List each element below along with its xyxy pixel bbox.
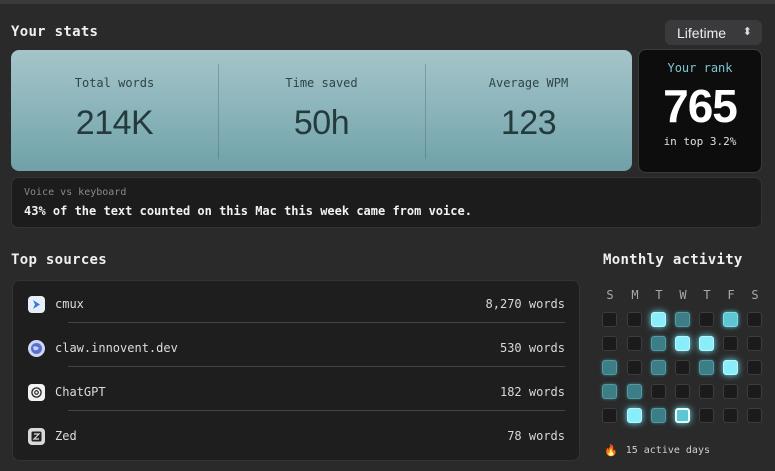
activity-day-cell[interactable] (627, 384, 642, 399)
activity-day-cell[interactable] (723, 312, 738, 327)
activity-day-cell[interactable] (747, 312, 762, 327)
rank-label: Your rank (667, 61, 733, 75)
monthly-activity-title: Monthly activity (603, 252, 743, 268)
stat-value: 50h (293, 104, 350, 142)
activity-day-cell[interactable] (602, 408, 617, 423)
activity-day-cell[interactable] (723, 336, 738, 351)
activity-day-cell[interactable] (651, 360, 666, 375)
active-days-summary: 🔥 15 active days (604, 444, 710, 457)
source-row-cmux[interactable]: cmux 8,270 words (13, 282, 579, 326)
rank-value: 765 (663, 80, 738, 132)
active-days-count: 15 active days (625, 445, 710, 456)
source-count: 182 words (499, 385, 565, 399)
activity-day-cell[interactable] (699, 408, 714, 423)
globe-icon (28, 339, 45, 357)
weekday-label: S (751, 288, 759, 302)
activity-day-cell[interactable] (627, 336, 642, 351)
activity-day-cell[interactable] (747, 408, 762, 423)
stat-value: 214K (75, 104, 154, 142)
voice-vs-keyboard-card: Voice vs keyboard 43% of the text counte… (11, 177, 762, 228)
activity-day-cell[interactable] (699, 384, 714, 399)
top-sources-title: Top sources (11, 252, 108, 268)
stat-label: Time saved (285, 76, 358, 90)
chevron-updown-icon: ⬍ (742, 26, 752, 38)
source-name: claw.innovent.dev (55, 341, 178, 355)
activity-day-cell[interactable] (651, 312, 666, 327)
activity-day-cell[interactable] (627, 408, 642, 423)
source-name: Zed (55, 429, 77, 443)
activity-day-cell[interactable] (651, 336, 666, 351)
weekday-label: S (606, 288, 614, 302)
weekday-label: T (655, 288, 663, 302)
time-range-select[interactable]: Lifetime ⬍ (665, 20, 762, 45)
page-title: Your stats (11, 24, 99, 40)
stat-average-wpm: Average WPM 123 (425, 50, 632, 171)
activity-day-cell[interactable] (675, 336, 690, 351)
activity-day-cell[interactable] (747, 360, 762, 375)
stat-label: Average WPM (488, 76, 569, 90)
rank-percentile: in top 3.2% (663, 135, 737, 148)
activity-day-cell[interactable] (723, 384, 738, 399)
cmux-icon (28, 295, 45, 313)
activity-day-cell[interactable] (627, 360, 642, 375)
zed-icon (28, 427, 45, 445)
weekday-label: F (727, 288, 735, 302)
top-sources-list: cmux 8,270 words claw.innovent.dev 530 w… (12, 280, 580, 461)
source-row-claw[interactable]: claw.innovent.dev 530 words (13, 326, 579, 370)
row-divider (68, 322, 565, 323)
source-count: 78 words (507, 429, 565, 443)
weekday-label: M (631, 288, 639, 302)
flame-icon: 🔥 (604, 444, 618, 457)
activity-day-cell[interactable] (723, 408, 738, 423)
activity-day-cell[interactable] (699, 360, 714, 375)
source-row-chatgpt[interactable]: ChatGPT 182 words (13, 370, 579, 414)
voice-label: Voice vs keyboard (24, 187, 127, 198)
activity-day-cell[interactable] (723, 360, 738, 375)
activity-day-cell[interactable] (747, 336, 762, 351)
stat-value: 123 (500, 104, 557, 142)
source-name: ChatGPT (55, 385, 106, 399)
activity-day-cell[interactable] (675, 360, 690, 375)
voice-summary: 43% of the text counted on this Mac this… (24, 204, 472, 218)
activity-day-cell[interactable] (651, 384, 666, 399)
source-count: 8,270 words (485, 297, 565, 311)
activity-day-cell[interactable] (675, 408, 690, 423)
activity-day-cell[interactable] (602, 336, 617, 351)
source-count: 530 words (499, 341, 565, 355)
stat-time-saved: Time saved 50h (218, 50, 425, 171)
activity-day-cell[interactable] (602, 384, 617, 399)
activity-day-cell[interactable] (747, 384, 762, 399)
activity-day-cell[interactable] (699, 312, 714, 327)
stat-label: Total words (74, 76, 155, 90)
source-name: cmux (55, 297, 84, 311)
stat-total-words: Total words 214K (11, 50, 218, 171)
window-top-edge (0, 0, 775, 4)
rank-card: Your rank 765 in top 3.2% (638, 49, 762, 173)
time-range-value: Lifetime (677, 24, 727, 41)
row-divider (68, 410, 565, 411)
source-row-zed[interactable]: Zed 78 words (13, 414, 579, 458)
activity-day-cell[interactable] (602, 312, 617, 327)
activity-day-cell[interactable] (699, 336, 714, 351)
activity-day-cell[interactable] (675, 312, 690, 327)
activity-day-cell[interactable] (627, 312, 642, 327)
weekday-label: T (703, 288, 711, 302)
stats-card: Total words 214K Time saved 50h Average … (11, 50, 632, 171)
activity-day-cell[interactable] (675, 384, 690, 399)
chatgpt-icon (28, 383, 45, 401)
activity-day-cell[interactable] (602, 360, 617, 375)
row-divider (68, 366, 565, 367)
activity-day-cell[interactable] (651, 408, 666, 423)
weekday-label: W (679, 288, 687, 302)
